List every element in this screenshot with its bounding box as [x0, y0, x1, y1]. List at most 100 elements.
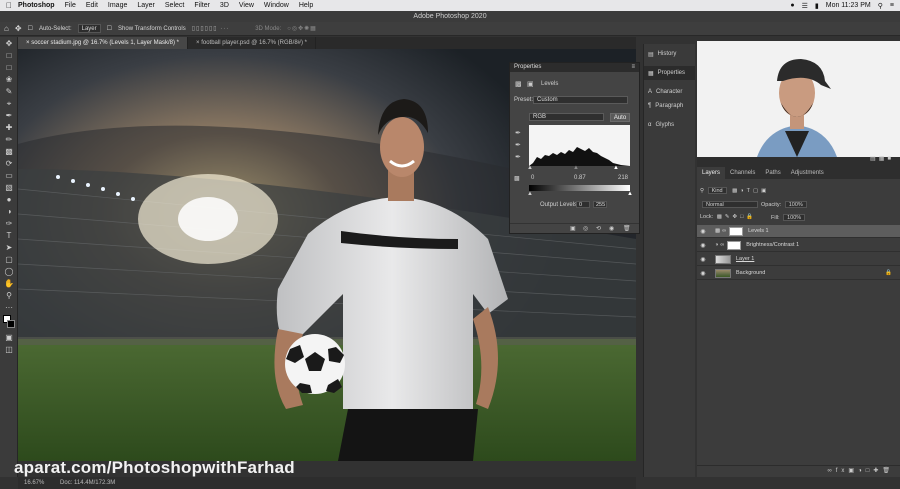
panel-character[interactable]: A Character [644, 85, 695, 99]
align-icons[interactable]: ▯▯▯▯▯▯ ··· [192, 25, 229, 32]
panel-properties[interactable]: ▦ Properties [644, 66, 695, 80]
histogram[interactable] [529, 125, 630, 166]
visibility-eye-icon[interactable]: ◉ [697, 270, 709, 277]
tab-channels[interactable]: Channels [725, 167, 760, 179]
layer-name[interactable]: Background [736, 270, 765, 276]
mask-icon[interactable]: ▣ [527, 80, 534, 88]
layer-name[interactable]: Layer 1 [736, 256, 754, 262]
panel-history[interactable]: ▤ History [644, 47, 695, 61]
layer-thumbnail[interactable] [715, 254, 731, 264]
layer-name[interactable]: Brightness/Contrast 1 [746, 242, 799, 248]
output-white-slider[interactable]: ▲ [627, 191, 633, 197]
output-black-field[interactable]: 0 [576, 201, 590, 208]
menu-select[interactable]: Select [165, 2, 184, 9]
move-tool-icon[interactable]: ✥ [3, 39, 15, 49]
search-icon[interactable]: ⚲ [878, 2, 883, 10]
layers-panel-icons[interactable]: ▤▦■ [870, 155, 894, 162]
clock[interactable]: Mon 11:23 PM [826, 2, 871, 9]
auto-button[interactable]: Auto [610, 113, 630, 122]
black-point-eyedropper-icon[interactable]: ✒ [515, 129, 521, 137]
menu-view[interactable]: View [239, 2, 254, 9]
type-tool-icon[interactable]: T [3, 231, 15, 241]
auto-select-checkbox[interactable]: ☐ [28, 25, 33, 32]
delete-icon[interactable]: 🗑 [623, 225, 631, 232]
menu-window[interactable]: Window [264, 2, 289, 9]
close-icon[interactable]: × [26, 40, 30, 46]
marquee-tool-icon[interactable]: □ [3, 63, 15, 73]
shape-tool-icon[interactable]: ▢ [3, 255, 15, 265]
close-icon[interactable]: × [196, 40, 200, 46]
lock-icons[interactable]: ▩✎✥□🔒 [717, 214, 757, 220]
fill-field[interactable]: 100% [783, 214, 806, 221]
input-gamma-value[interactable]: 0.87 [574, 175, 586, 181]
layer-row-background[interactable]: ◉ Background 🔒 [697, 267, 900, 280]
input-white-slider[interactable]: ▲ [613, 165, 619, 171]
apple-icon[interactable]:  [0, 1, 18, 10]
more-tools-icon[interactable]: ··· [3, 303, 15, 313]
visibility-eye-icon[interactable]: ◉ [697, 256, 709, 263]
lasso-tool-icon[interactable]: ❀ [3, 75, 15, 85]
layer-row-layer1[interactable]: ◉ Layer 1 [697, 253, 900, 266]
output-black-slider[interactable]: ▲ [527, 191, 533, 197]
3d-mode-icons[interactable]: ○◎✥✺▦ [287, 25, 317, 32]
zoom-tool-icon[interactable]: ⚲ [3, 291, 15, 301]
filter-kind-dropdown[interactable]: Kind [707, 187, 727, 194]
artboard-tool-icon[interactable]: □ [3, 51, 15, 61]
preset-dropdown[interactable]: Custom [533, 96, 628, 104]
menu-help[interactable]: Help [299, 2, 313, 9]
menu-edit[interactable]: Edit [86, 2, 98, 9]
screen-mode-icon[interactable]: ◫ [3, 345, 15, 355]
dodge-tool-icon[interactable]: ◑ [3, 207, 15, 217]
output-gradient[interactable] [529, 185, 630, 191]
wifi-icon[interactable]: ☰ [802, 2, 808, 10]
hand-tool-icon[interactable]: ✋ [3, 279, 15, 289]
auto-select-dropdown[interactable]: Layer [77, 24, 101, 33]
channel-dropdown[interactable]: RGB [529, 113, 604, 121]
stamp-tool-icon[interactable]: ▩ [3, 147, 15, 157]
filter-icons[interactable]: ▩◑T▢▣ [732, 188, 769, 194]
blur-tool-icon[interactable]: ● [3, 195, 15, 205]
visibility-eye-icon[interactable]: ◉ [697, 242, 709, 249]
doc-size[interactable]: Doc: 114.4M/172.3M [60, 480, 115, 486]
move-tool-icon[interactable]: ✥ [15, 24, 22, 33]
path-select-tool-icon[interactable]: ➤ [3, 243, 15, 253]
zoom-level[interactable]: 16.67% [24, 480, 44, 486]
opacity-field[interactable]: 100% [784, 201, 807, 208]
tab-soccer-stadium[interactable]: × soccer stadium.jpg @ 16.7% (Levels 1, … [18, 37, 189, 49]
menu-file[interactable]: File [65, 2, 76, 9]
layer-mask-thumb[interactable] [727, 240, 742, 250]
gray-point-eyedropper-icon[interactable]: ✒ [515, 141, 521, 149]
layer-thumbnail[interactable] [715, 268, 731, 278]
visibility-icon[interactable]: ◉ [609, 225, 614, 232]
color-swatches-icon[interactable] [3, 315, 15, 331]
gradient-tool-icon[interactable]: ▧ [3, 183, 15, 193]
tab-football-player[interactable]: × football player.psd @ 16.7% (RGB/8#) * [188, 37, 317, 49]
white-point-eyedropper-icon[interactable]: ✒ [515, 153, 521, 161]
tab-layers[interactable]: Layers [697, 167, 726, 179]
view-previous-icon[interactable]: ◎ [583, 225, 588, 232]
home-icon[interactable]: ⌂ [4, 24, 9, 33]
input-black-slider[interactable]: ▲ [527, 165, 533, 171]
ellipse-tool-icon[interactable]: ◯ [3, 267, 15, 277]
pen-tool-icon[interactable]: ✑ [3, 219, 15, 229]
layer-row-levels[interactable]: ◉ ▩ ∞ Levels 1 [697, 225, 900, 238]
layer-name[interactable]: Levels 1 [748, 228, 769, 234]
quick-mask-icon[interactable]: ▣ [3, 333, 15, 343]
brush-tool-icon[interactable]: ✏ [3, 135, 15, 145]
input-black-value[interactable]: 0 [531, 175, 534, 181]
transform-checkbox[interactable]: ☐ [107, 25, 112, 32]
layer-footer-icons[interactable]: ∞fx▣◑□✚🗑 [827, 467, 894, 474]
tab-paths[interactable]: Paths [760, 167, 785, 179]
menu-image[interactable]: Image [108, 2, 127, 9]
record-icon[interactable]: ● [790, 2, 794, 9]
input-white-value[interactable]: 218 [618, 175, 628, 181]
history-brush-tool-icon[interactable]: ⟳ [3, 159, 15, 169]
crop-tool-icon[interactable]: ⌖ [3, 99, 15, 109]
reset-icon[interactable]: ⟲ [596, 225, 601, 232]
output-white-field[interactable]: 255 [593, 201, 607, 208]
menu-list-icon[interactable]: ≡ [890, 2, 894, 9]
menu-3d[interactable]: 3D [220, 2, 229, 9]
clip-to-layer-icon[interactable]: ▣ [570, 225, 576, 232]
clipping-warning-icon[interactable]: ▩ [514, 175, 520, 182]
visibility-eye-icon[interactable]: ◉ [697, 228, 709, 235]
